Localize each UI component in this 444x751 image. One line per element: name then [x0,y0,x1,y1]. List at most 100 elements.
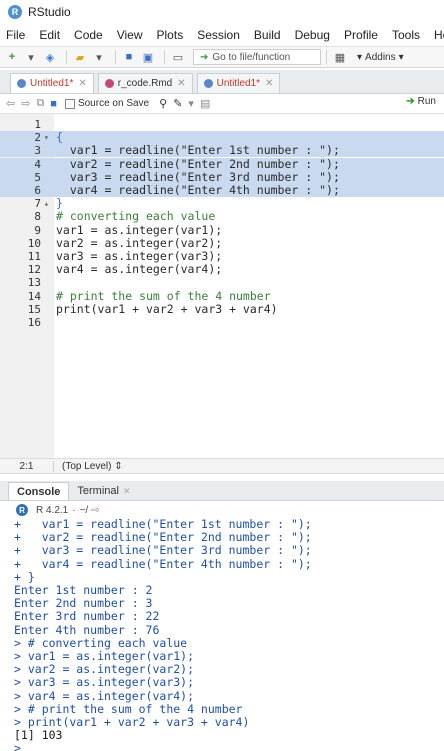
console-line: + var2 = readline("Enter 2nd number : ")… [14,530,312,545]
menu-debug[interactable]: Debug [295,28,330,42]
open-file-dropdown-icon[interactable]: ▾ [91,49,107,65]
tab-untitled1[interactable]: Untitled1* ✕ [10,73,94,93]
source-on-save-label: Source on Save [77,98,150,109]
tab-r-code-rmd[interactable]: r_code.Rmd ✕ [97,73,193,93]
print-icon[interactable]: ▭ [170,49,186,65]
tab-console[interactable]: Console [8,482,70,500]
menu-profile[interactable]: Profile [344,28,378,42]
fold-toggle-icon[interactable]: ▴ [44,197,49,210]
new-file-dropdown-icon[interactable]: ▾ [23,49,39,65]
code-editor[interactable]: 1 2 ▾{3 var1 = readline("Enter 1st number … [0,114,444,458]
new-project-icon[interactable]: ◈ [42,49,58,65]
line-number: 12 [27,263,41,277]
back-arrow-icon[interactable]: ⇦ [6,97,15,110]
save-icon[interactable]: ■ [121,49,137,65]
console-line: + var1 = readline("Enter 1st number : ")… [14,517,312,531]
code-text: { [56,130,63,145]
menu-view[interactable]: View [117,28,143,42]
code-line[interactable]: 6 var4 = readline("Enter 4th number : ")… [0,184,444,197]
tab-label: r_code.Rmd [117,78,173,89]
code-tools-wand-icon[interactable]: ✎ [173,97,182,110]
console-line: > var4 = as.integer(var4); [14,688,195,703]
save-icon[interactable]: ■ [50,98,57,110]
code-line[interactable]: 8 # converting each value [0,210,444,224]
close-tab-icon[interactable]: ✕ [78,78,86,89]
rmarkdown-icon [104,79,114,88]
source-on-save-toggle[interactable]: Source on Save [64,98,150,109]
line-number: 2 [34,131,41,145]
menu-plots[interactable]: Plots [157,28,184,42]
console-line: > var3 = as.integer(var3); [14,675,195,690]
addins-chevron-icon: ▾ [398,51,404,63]
scope-selector[interactable]: (Top Level) ⇕ [62,461,123,472]
code-line[interactable]: 13 [0,276,444,289]
run-button[interactable]: ➔ Run [406,96,436,107]
code-line[interactable]: 2 ▾ { [0,130,444,145]
code-text: var3 = as.integer(var3); [56,249,223,263]
run-label: Run [417,96,436,107]
code-line[interactable]: 12 var4 = as.integer(var4); [0,263,444,277]
code-text: var2 = readline("Enter 2nd number : "); [56,156,340,171]
console-line: [1] 103 [14,728,63,743]
source-on-save-checkbox[interactable] [64,98,75,109]
addins-dropdown-icon: ▾ [357,51,363,63]
console-line: + } [14,569,35,584]
tab-untitled1-second[interactable]: Untitled1* ✕ [196,73,281,93]
toolbar-divider [326,50,327,64]
line-number: 10 [27,236,41,250]
code-line[interactable]: 4 var2 = readline("Enter 2nd number : ")… [0,156,444,171]
separator-dot: · [72,504,76,516]
line-number: 4 [34,157,41,171]
code-line[interactable]: 11 var3 = as.integer(var3); [0,249,444,264]
search-icon[interactable]: ⚲ [159,97,167,110]
save-all-icon[interactable]: ▣ [140,49,156,65]
menu-edit[interactable]: Edit [39,28,60,42]
close-tab-icon[interactable]: ✕ [177,78,185,89]
menu-help[interactable]: Help [434,28,444,42]
goto-placeholder: Go to file/function [212,51,291,63]
tab-label: Terminal [77,485,119,497]
console-line: > [14,741,21,751]
goto-file-input[interactable]: ➔ Go to file/function [193,49,321,65]
open-file-icon[interactable]: ▰ [72,49,88,65]
code-line[interactable]: 10 var2 = as.integer(var2); [0,236,444,250]
goto-arrow-icon: ➔ [200,51,209,63]
console-output[interactable]: + var1 = readline("Enter 1st number : ")… [0,518,444,751]
code-line[interactable]: 3 var1 = readline("Enter 1st number : ")… [0,144,444,158]
wand-dropdown-icon[interactable]: ▾ [188,97,194,110]
menu-file[interactable]: File [6,28,25,42]
go-to-directory-icon[interactable]: ⇨ [91,505,99,516]
show-in-window-icon[interactable]: ⧉ [36,97,44,110]
fold-toggle-icon[interactable]: ▾ [44,131,49,144]
line-number: 13 [27,276,41,290]
code-line[interactable]: 15 print(var1 + var2 + var3 + var4) [0,302,444,316]
code-line[interactable]: 14 # print the sum of the 4 number [0,289,444,303]
console-line: Enter 2nd number : 3 [14,596,153,611]
new-file-icon[interactable]: + [4,49,20,65]
r-script-icon [203,79,213,88]
menu-build[interactable]: Build [254,28,281,42]
workspace-panes-icon[interactable]: ▦ [332,49,348,65]
code-line[interactable]: 7 ▴} [0,197,444,211]
compile-report-icon[interactable]: ▤ [200,97,210,110]
tab-terminal[interactable]: Terminal ✕ [69,482,138,500]
tab-label: Untitled1* [30,78,74,89]
toolbar-divider [66,50,67,64]
r-version: R 4.2.1 [36,504,69,516]
line-number: 16 [27,316,41,329]
menu-session[interactable]: Session [197,28,240,42]
addins-menu[interactable]: ▾ Addins ▾ [357,52,404,63]
code-line[interactable]: 9 var1 = as.integer(var1); [0,223,444,237]
window-title: RStudio [28,5,71,19]
code-line[interactable]: 1 [0,118,444,131]
code-text: var4 = readline("Enter 4th number : "); [56,183,340,197]
menu-tools[interactable]: Tools [392,28,420,42]
close-tab-icon[interactable]: ✕ [123,486,131,497]
working-directory[interactable]: ~/ [80,505,89,516]
forward-arrow-icon[interactable]: ⇨ [21,97,30,110]
code-line[interactable]: 16 [0,316,444,329]
menu-code[interactable]: Code [74,28,103,42]
close-tab-icon[interactable]: ✕ [265,78,273,89]
tab-label: Console [17,485,61,498]
code-line[interactable]: 5 var3 = readline("Enter 3rd number : ")… [0,170,444,184]
